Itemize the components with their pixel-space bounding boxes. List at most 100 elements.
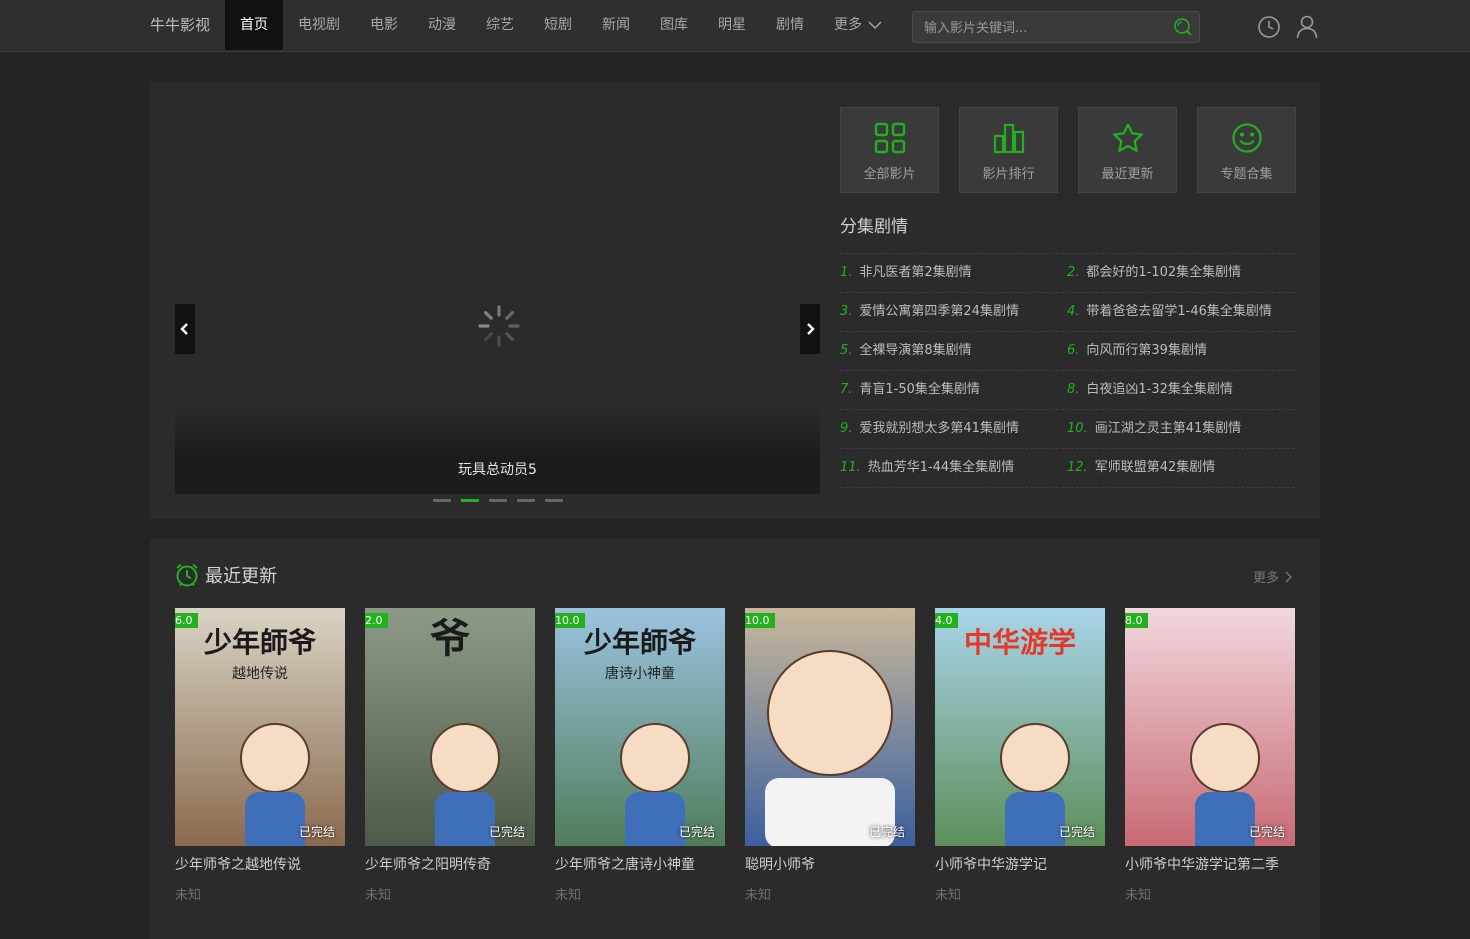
episode-link[interactable]: 6. 向风而行第39集剧情: [1067, 332, 1294, 370]
movie-poster[interactable]: 爷 2.0 已完结: [365, 608, 535, 846]
movie-actors: 未知: [745, 888, 772, 903]
alarm-clock-icon: [176, 563, 198, 587]
status-label: 已完结: [868, 825, 905, 839]
score-badge: 8.0: [1125, 613, 1148, 628]
nav-item-plot[interactable]: 剧情: [761, 0, 819, 50]
search-box: [912, 11, 1200, 44]
search-input[interactable]: [913, 12, 1176, 44]
episode-link[interactable]: 4. 带着爸爸去留学1-46集全集剧情: [1067, 293, 1294, 331]
movie-title[interactable]: 少年师爷之阳明传奇: [365, 854, 535, 874]
nav-item-gallery[interactable]: 图库: [645, 0, 703, 50]
episode-link[interactable]: 3. 爱情公寓第四季第24集剧情: [840, 293, 1067, 331]
episode-rank: 3.: [840, 304, 853, 319]
episode-link[interactable]: 9. 爱我就别想太多第41集剧情: [840, 410, 1067, 448]
nav-item-news[interactable]: 新闻: [587, 0, 645, 50]
movie-title[interactable]: 少年师爷之唐诗小神童: [555, 854, 725, 874]
poster-artwork: [745, 608, 915, 846]
banner-slider[interactable]: 玩具总动员5: [175, 107, 820, 502]
search-icon[interactable]: [1173, 17, 1193, 37]
nav-item-movie[interactable]: 电影: [355, 0, 413, 50]
quick-link-label: 专题合集: [1220, 167, 1273, 182]
slider-next-button[interactable]: [800, 304, 820, 354]
nav-more-label: 更多: [834, 17, 862, 33]
episode-rank: 4.: [1067, 304, 1080, 319]
recent-more-link[interactable]: 更多: [1253, 567, 1292, 586]
episode-title: 爱我就别想太多第41集剧情: [859, 421, 1019, 436]
history-clock-icon[interactable]: [1257, 15, 1281, 39]
chevron-right-icon: [807, 323, 815, 335]
poster-title-art: 中华游学: [964, 626, 1076, 659]
movie-poster[interactable]: 中华游学 4.0 已完结: [935, 608, 1105, 846]
nav-more-menu[interactable]: 更多: [819, 0, 897, 50]
episode-link[interactable]: 1. 非凡医者第2集剧情: [840, 254, 1067, 292]
episode-link[interactable]: 11. 热血芳华1-44集全集剧情: [840, 449, 1067, 487]
nav-item-home[interactable]: 首页: [225, 0, 283, 50]
episode-row: 5. 全裸导演第8集剧情 6. 向风而行第39集剧情: [840, 332, 1295, 371]
movie-card[interactable]: 10.0 已完结聪明小师爷未知: [745, 608, 915, 903]
movie-card-list: 少年師爷 越地传说 6.0 已完结少年师爷之越地传说未知 爷 2.0 已完结少年师爷之阳明传…: [175, 608, 1295, 903]
quick-link-ranking[interactable]: 影片排行: [959, 107, 1058, 193]
section-header: 最近更新: [175, 562, 277, 588]
episode-title: 白夜追凶1-32集全集剧情: [1086, 382, 1233, 397]
episode-link[interactable]: 10. 画江湖之灵主第41集剧情: [1067, 410, 1294, 448]
slider-dot[interactable]: [517, 499, 535, 502]
user-icon[interactable]: [1296, 15, 1318, 39]
nav-item-short[interactable]: 短剧: [529, 0, 587, 50]
poster-subtitle-art: 唐诗小神童: [605, 665, 675, 682]
episode-link[interactable]: 8. 白夜追凶1-32集全集剧情: [1067, 371, 1294, 409]
slider-pagination: [433, 499, 563, 502]
movie-poster[interactable]: 8.0 已完结: [1125, 608, 1295, 846]
episode-rank: 9.: [840, 421, 853, 436]
movie-card[interactable]: 少年師爷 越地传说 6.0 已完结少年师爷之越地传说未知: [175, 608, 345, 903]
episode-link[interactable]: 2. 都会好的1-102集全集剧情: [1067, 254, 1294, 292]
nav-item-tv[interactable]: 电视剧: [283, 0, 355, 50]
episode-row: 7. 青盲1-50集全集剧情 8. 白夜追凶1-32集全集剧情: [840, 371, 1295, 410]
quick-link-all-films[interactable]: 全部影片: [840, 107, 939, 193]
episode-link[interactable]: 5. 全裸导演第8集剧情: [840, 332, 1067, 370]
recent-updates-section: 最近更新 更多 少年師爷 越地传说 6.0 已完结少年师爷之越地传说未知 爷 2.0 已完结…: [150, 539, 1320, 939]
quick-link-recent[interactable]: 最近更新: [1078, 107, 1177, 193]
episode-title: 爱情公寓第四季第24集剧情: [859, 304, 1019, 319]
score-badge: 6.0: [175, 613, 198, 628]
quick-link-label: 影片排行: [982, 167, 1035, 182]
movie-card[interactable]: 爷 2.0 已完结 少年师爷之阳明传奇 未知: [365, 608, 535, 903]
movie-actors: 未知: [1125, 888, 1152, 903]
movie-title[interactable]: 小师爷中华游学记第二季: [1125, 854, 1295, 874]
slider-dot[interactable]: [545, 499, 563, 502]
nav-item-anime[interactable]: 动漫: [413, 0, 471, 50]
poster-title-art: 爷: [430, 615, 470, 662]
episode-rank: 1.: [840, 265, 853, 280]
slide-caption[interactable]: 玩具总动员5: [175, 459, 820, 479]
slider-dot[interactable]: [433, 499, 451, 502]
slider-prev-button[interactable]: [175, 304, 195, 354]
slider-dot[interactable]: [489, 499, 507, 502]
movie-actors: 未知: [175, 888, 202, 903]
episode-rank: 8.: [1067, 382, 1080, 397]
movie-title[interactable]: 小师爷中华游学记: [935, 854, 1105, 874]
episode-rank: 12.: [1067, 460, 1088, 475]
episode-link[interactable]: 12. 军师联盟第42集剧情: [1067, 449, 1294, 487]
episode-link[interactable]: 7. 青盲1-50集全集剧情: [840, 371, 1067, 409]
status-label: 已完结: [298, 825, 335, 839]
status-label: 已完结: [1058, 825, 1095, 839]
episode-list: 1. 非凡医者第2集剧情 2. 都会好的1-102集全集剧情 3. 爱情公寓第四季第24集…: [840, 253, 1295, 488]
movie-card[interactable]: 中华游学 4.0 已完结 小师爷中华游学记 未知: [935, 608, 1105, 903]
nav-item-stars[interactable]: 明星: [703, 0, 761, 50]
movie-poster[interactable]: 10.0 已完结: [745, 608, 915, 846]
poster-title-art: 少年師爷: [204, 626, 317, 659]
poster-artwork: 少年師爷越地传说: [175, 608, 345, 846]
movie-title[interactable]: 少年师爷之越地传说: [175, 854, 345, 874]
movie-poster[interactable]: 少年師爷 唐诗小神童 10.0 已完结: [555, 608, 725, 846]
star-icon: [1112, 123, 1143, 152]
nav-item-variety[interactable]: 综艺: [471, 0, 529, 50]
quick-link-topics[interactable]: 专题合集: [1197, 107, 1296, 193]
movie-card[interactable]: 8.0 已完结小师爷中华游学记第二季未知: [1125, 608, 1295, 903]
episode-title: 画江湖之灵主第41集剧情: [1094, 421, 1242, 436]
movie-poster[interactable]: 少年師爷 越地传说 6.0 已完结: [175, 608, 345, 846]
site-logo[interactable]: 牛牛影视: [150, 0, 210, 50]
episode-row: 1. 非凡医者第2集剧情 2. 都会好的1-102集全集剧情: [840, 254, 1295, 293]
episode-rank: 2.: [1067, 265, 1080, 280]
slider-dot[interactable]: [461, 499, 479, 502]
movie-title[interactable]: 聪明小师爷: [745, 854, 915, 874]
movie-card[interactable]: 少年師爷 唐诗小神童 10.0 已完结 少年师爷之唐诗小神童 未知: [555, 608, 725, 903]
